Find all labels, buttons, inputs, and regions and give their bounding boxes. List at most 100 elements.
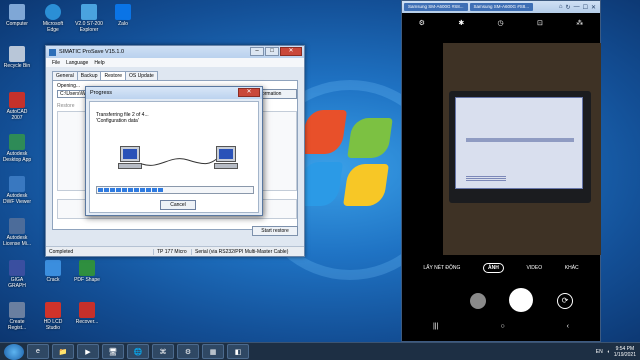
start-button[interactable] xyxy=(4,343,24,360)
restore-checkbox[interactable]: Restore xyxy=(57,103,75,109)
status-text: Completed xyxy=(46,248,154,255)
android-nav-bar: ||| ○ ‹ xyxy=(402,323,600,330)
maximize-icon[interactable]: ☐ xyxy=(583,4,588,11)
computer-icon xyxy=(9,4,25,20)
shutter-button[interactable] xyxy=(509,288,533,312)
phone-tab-2[interactable]: Samsung SM-A600G #S8... xyxy=(469,3,534,11)
taskbar-media[interactable]: ▶ xyxy=(77,344,99,359)
maximize-button[interactable]: □ xyxy=(265,47,279,56)
transfer-cable-icon xyxy=(141,157,219,166)
desktop-icon-zalo[interactable]: Zalo xyxy=(108,4,138,27)
clock[interactable]: 9:54 PM 1/19/2021 xyxy=(614,346,636,358)
camera-mode-bar: LẤY NÉT ĐỘNG ẢNH VIDEO KHÁC xyxy=(402,263,600,273)
desktop-icon-recover[interactable]: Recover... xyxy=(72,302,102,325)
status-connection: Serial (via RS232/PPI Multi-Master Cable… xyxy=(195,248,289,255)
hd-lcd-icon xyxy=(45,302,61,318)
close-icon[interactable]: ✕ xyxy=(591,4,596,11)
start-restore-button[interactable]: Start restore xyxy=(252,226,298,236)
minimize-button[interactable]: – xyxy=(250,47,264,56)
autodesk-app-icon xyxy=(9,134,25,150)
crack-icon xyxy=(45,260,61,276)
mode-photo[interactable]: ẢNH xyxy=(483,263,504,273)
language-indicator[interactable]: EN xyxy=(596,349,603,355)
hmi-panel-photo xyxy=(449,91,591,203)
switch-camera-icon[interactable]: ⟳ xyxy=(557,293,573,309)
desktop-icon-dwf-viewer[interactable]: Autodesk DWF Viewer xyxy=(2,176,32,205)
opening-label: Opening... xyxy=(57,83,81,89)
cancel-button[interactable]: Cancel xyxy=(160,200,196,210)
back-icon[interactable]: ‹ xyxy=(567,323,569,330)
desktop-icon-autodesk-app[interactable]: Autodesk Desktop App xyxy=(2,134,32,163)
desktop-icon-pdf[interactable]: PDF Shape xyxy=(72,260,102,283)
desktop-icon-giga[interactable]: GIGA GRAPH xyxy=(2,260,32,289)
camera-viewfinder[interactable] xyxy=(443,43,601,255)
license-icon xyxy=(9,218,25,234)
progress-titlebar[interactable]: Progress xyxy=(86,87,262,99)
desktop-icon-crack[interactable]: Crack xyxy=(38,260,68,283)
camera-top-bar: ⚙ ✱ ◷ ⊡ ⁂ xyxy=(402,19,600,27)
prosave-app-icon xyxy=(49,48,56,56)
progress-bar-fill xyxy=(98,188,163,192)
progress-dialog: Progress ✕ Transferring file 2 of 4... '… xyxy=(85,86,263,216)
home-icon[interactable]: ⌂ xyxy=(559,4,563,11)
status-device: TP 177 Micro xyxy=(154,248,192,255)
taskbar-app9[interactable]: ◧ xyxy=(227,344,249,359)
desktop-icon-hd-lcd[interactable]: HD LCD Studio xyxy=(38,302,68,331)
menu-file[interactable]: File xyxy=(52,60,60,66)
settings-icon[interactable]: ⚙ xyxy=(419,19,425,27)
phone-tab-1[interactable]: Samsung SM-A600G #S8... xyxy=(404,3,468,11)
minimize-icon[interactable]: — xyxy=(574,4,580,11)
zalo-icon xyxy=(115,4,131,20)
volume-icon[interactable]: ◖ xyxy=(607,349,610,355)
taskbar-app6[interactable]: ⌘ xyxy=(152,344,174,359)
progress-close-button[interactable]: ✕ xyxy=(238,88,260,97)
close-button[interactable]: ✕ xyxy=(280,47,302,56)
source-computer-icon xyxy=(118,146,142,172)
desktop-icon-autocad[interactable]: AutoCAD 2007 xyxy=(2,92,32,121)
flash-icon[interactable]: ✱ xyxy=(458,19,464,27)
taskbar-prosave[interactable]: 🖥 xyxy=(102,344,124,359)
taskbar: e 📁 ▶ 🖥 🌐 ⌘ ⚙ ▦ ◧ EN ◖ 9:54 PM 1/19/2021 xyxy=(0,342,640,360)
gallery-thumbnail[interactable] xyxy=(470,293,486,309)
menu-language[interactable]: Language xyxy=(66,60,88,66)
desktop-icon-recycle-bin[interactable]: Recycle Bin xyxy=(2,46,32,69)
desktop-icon-license[interactable]: Autodesk License Mi... xyxy=(2,218,32,247)
phone-titlebar[interactable]: Samsung SM-A600G #S8... Samsung SM-A600G… xyxy=(402,1,600,13)
prosave-title: SIMATIC ProSave V15.1.0 xyxy=(59,49,125,55)
phone-mirror-window: Samsung SM-A600G #S8... Samsung SM-A600G… xyxy=(401,0,601,342)
home-nav-icon[interactable]: ○ xyxy=(500,323,504,330)
taskbar-browser[interactable]: 🌐 xyxy=(127,344,149,359)
autocad-icon xyxy=(9,92,25,108)
mode-more[interactable]: KHÁC xyxy=(565,265,579,271)
desktop-icon-s7-200[interactable]: V2.0 S7-200 Explorer xyxy=(74,4,104,33)
dwf-viewer-icon xyxy=(9,176,25,192)
taskbar-ie[interactable]: e xyxy=(27,344,49,359)
menu-help[interactable]: Help xyxy=(94,60,104,66)
recover-icon xyxy=(79,302,95,318)
recycle-bin-icon xyxy=(9,46,25,62)
taskbar-explorer[interactable]: 📁 xyxy=(52,344,74,359)
filter-icon[interactable]: ⁂ xyxy=(576,19,583,27)
registry-icon xyxy=(9,302,25,318)
target-computer-icon xyxy=(214,146,238,172)
menubar: File Language Help xyxy=(46,58,304,67)
progress-file-line: 'Configuration data' xyxy=(96,118,139,124)
progress-body: Transferring file 2 of 4... 'Configurati… xyxy=(89,101,259,213)
mode-video[interactable]: VIDEO xyxy=(527,265,543,271)
taskbar-app7[interactable]: ⚙ xyxy=(177,344,199,359)
recent-apps-icon[interactable]: ||| xyxy=(433,323,438,330)
desktop-icon-computer[interactable]: Computer xyxy=(2,4,32,27)
desktop-icon-create-regist[interactable]: Create Regist... xyxy=(2,302,32,331)
progress-bar xyxy=(96,186,254,194)
aspect-ratio-icon[interactable]: ⊡ xyxy=(537,19,543,27)
rotate-icon[interactable]: ↻ xyxy=(566,4,571,11)
pdf-icon xyxy=(79,260,95,276)
taskbar-app8[interactable]: ▦ xyxy=(202,344,224,359)
s7-200-icon xyxy=(81,4,97,20)
timer-icon[interactable]: ◷ xyxy=(498,19,504,27)
desktop-icon-edge[interactable]: Microsoft Edge xyxy=(38,4,68,33)
system-tray: EN ◖ 9:54 PM 1/19/2021 xyxy=(596,344,636,360)
edge-icon xyxy=(45,4,61,20)
hmi-screen xyxy=(455,97,583,189)
mode-live-focus[interactable]: LẤY NÉT ĐỘNG xyxy=(423,265,460,271)
